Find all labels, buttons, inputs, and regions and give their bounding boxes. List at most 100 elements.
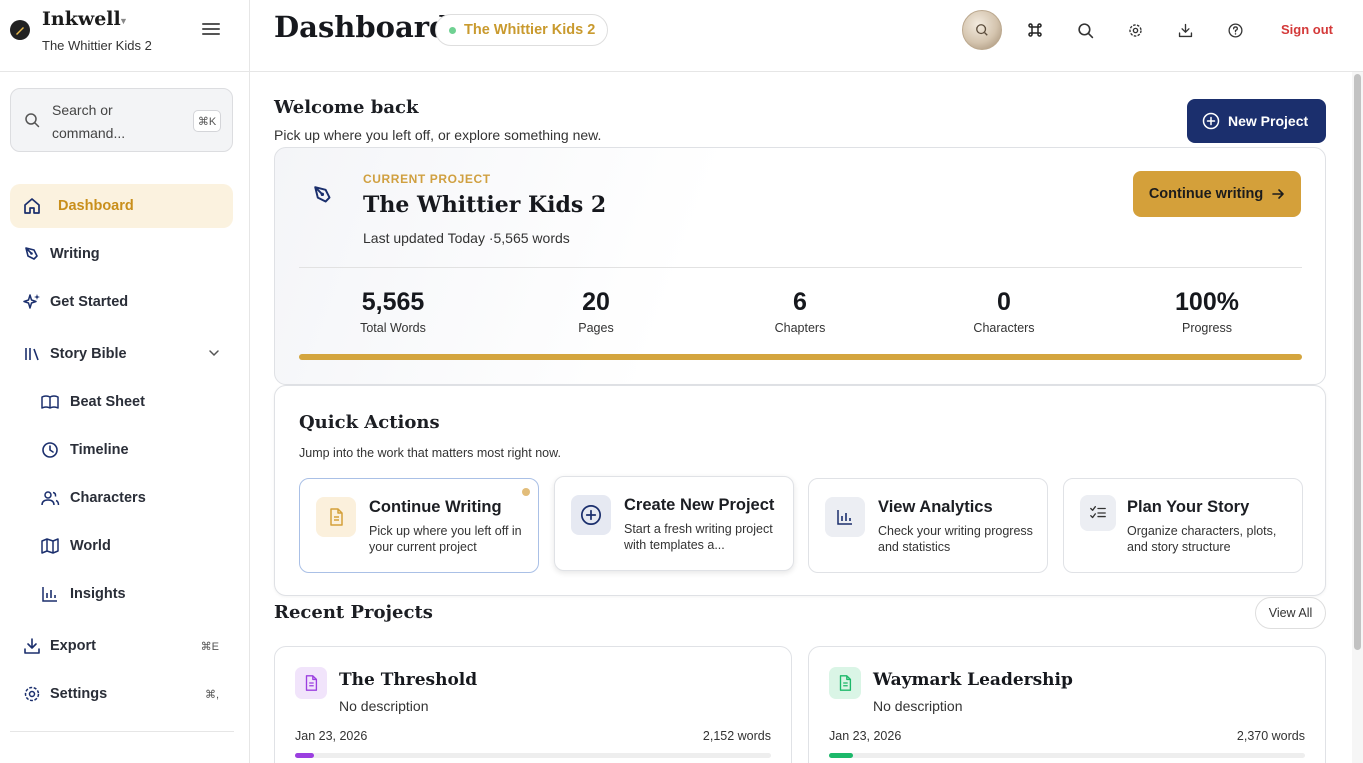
sidebar-label-story-bible: Story Bible: [50, 346, 127, 362]
stat-total-words: 5,565 Total Words: [360, 288, 426, 335]
pen-nib-logo-icon: [10, 20, 30, 40]
current-project-label: CURRENT PROJECT: [363, 172, 491, 186]
divider: [299, 267, 1302, 268]
project-name: The Threshold: [339, 670, 478, 690]
current-project-title: The Whittier Kids 2: [363, 192, 607, 218]
project-progress-fill: [299, 354, 1302, 360]
pen-tool-icon: [25, 247, 38, 260]
quick-action-title: Continue Writing: [369, 498, 502, 516]
current-project-name: The Whittier Kids 2: [42, 38, 152, 53]
page-title: Dashboard: [274, 10, 450, 44]
sidebar-label-export: Export: [50, 638, 96, 654]
quick-action-create-new-project[interactable]: Create New Project Start a fresh writing…: [554, 476, 794, 571]
sidebar-item-insights[interactable]: Insights: [10, 572, 233, 616]
quick-action-desc: Pick up where you left off in your curre…: [369, 524, 522, 554]
project-card-waymark-leadership[interactable]: Waymark Leadership No description Jan 23…: [808, 646, 1326, 763]
welcome-title: Welcome back: [274, 97, 419, 118]
quick-action-desc: Check your writing progress and statisti…: [878, 524, 1033, 554]
recent-projects-title: Recent Projects: [274, 602, 433, 623]
project-word-count: 2,370 words: [1236, 729, 1305, 743]
continue-writing-button[interactable]: Continue writing: [1133, 171, 1301, 217]
project-card-the-threshold[interactable]: The Threshold No description Jan 23, 202…: [274, 646, 792, 763]
current-project-card: CURRENT PROJECT The Whittier Kids 2 Last…: [274, 147, 1326, 385]
list-checks-icon: [1080, 495, 1116, 531]
library-icon: [25, 348, 39, 361]
map-icon: [41, 538, 59, 554]
bar-chart-icon: [825, 497, 865, 537]
new-project-button[interactable]: New Project: [1187, 99, 1326, 143]
project-pill-label: The Whittier Kids 2: [464, 22, 596, 38]
download-icon[interactable]: [1175, 20, 1195, 40]
plus-circle-icon: [1202, 112, 1220, 130]
welcome-subtitle: Pick up where you left off, or explore s…: [274, 127, 602, 143]
search-command-input[interactable]: Search or command... ⌘K: [10, 88, 233, 152]
search-shortcut-badge: ⌘K: [193, 110, 221, 132]
project-word-count: 2,152 words: [702, 729, 771, 743]
sidebar-label-dashboard: Dashboard: [58, 198, 134, 214]
project-status-pill[interactable]: The Whittier Kids 2: [435, 14, 609, 46]
project-description: No description: [873, 698, 963, 714]
download-icon: [24, 638, 40, 654]
project-date: Jan 23, 2026: [295, 729, 368, 743]
sidebar-label-beat-sheet: Beat Sheet: [70, 394, 145, 410]
sparkles-icon: [23, 294, 40, 309]
sidebar-item-dashboard[interactable]: Dashboard: [10, 184, 233, 228]
sidebar-item-writing[interactable]: Writing: [10, 232, 233, 276]
sidebar-item-beat-sheet[interactable]: Beat Sheet: [10, 380, 233, 424]
sidebar-divider: [10, 731, 234, 732]
file-text-icon: [829, 667, 861, 699]
sidebar-item-timeline[interactable]: Timeline: [10, 428, 233, 472]
project-description: No description: [339, 698, 429, 714]
sidebar-item-story-bible[interactable]: Story Bible: [10, 332, 233, 376]
command-icon[interactable]: [1025, 20, 1045, 40]
avatar[interactable]: [962, 10, 1002, 50]
pen-tool-icon: [314, 186, 331, 203]
sidebar-item-settings[interactable]: Settings ⌘,: [10, 672, 233, 716]
file-text-icon: [295, 667, 327, 699]
quick-action-view-analytics[interactable]: View Analytics Check your writing progre…: [808, 478, 1048, 573]
sidebar-item-export[interactable]: Export ⌘E: [10, 624, 233, 668]
continue-writing-label: Continue writing: [1148, 186, 1264, 202]
clock-icon: [42, 442, 58, 458]
current-project-meta: Last updated Today ·5,565 words: [363, 230, 570, 246]
sidebar-item-world[interactable]: World: [10, 524, 233, 568]
stat-chapters: 6 Chapters: [774, 288, 826, 335]
sidebar-label-writing: Writing: [50, 246, 100, 262]
quick-action-desc: Organize characters, plots, and story st…: [1127, 524, 1277, 554]
stat-pages: 20 Pages: [578, 288, 614, 335]
quick-action-title: Create New Project: [624, 496, 775, 514]
main-scrollbar[interactable]: [1352, 72, 1363, 763]
app-name[interactable]: Inkwell: [42, 8, 121, 30]
book-open-icon: [41, 395, 59, 409]
hamburger-menu-icon[interactable]: [200, 20, 222, 40]
quick-action-plan-your-story[interactable]: Plan Your Story Organize characters, plo…: [1063, 478, 1303, 573]
project-progress-bar: [295, 753, 771, 758]
sidebar-label-insights: Insights: [70, 586, 126, 602]
project-progress-fill: [295, 753, 315, 758]
scrollbar-thumb[interactable]: [1354, 74, 1361, 650]
help-circle-icon[interactable]: [1225, 20, 1245, 40]
sidebar-label-world: World: [70, 538, 111, 554]
quick-actions-card: Quick Actions Jump into the work that ma…: [274, 385, 1326, 596]
search-placeholder: Search or command...: [52, 102, 126, 141]
sidebar-item-characters[interactable]: Characters: [10, 476, 233, 520]
quick-action-continue-writing[interactable]: Continue Writing Pick up where you left …: [299, 478, 539, 573]
sidebar-item-get-started[interactable]: Get Started: [10, 280, 233, 324]
top-header: Dashboard The Whittier Kids 2 Sign out: [250, 0, 1363, 72]
sidebar-label-get-started: Get Started: [50, 294, 129, 310]
quick-action-title: View Analytics: [878, 498, 993, 516]
stat-progress: 100% Progress: [1175, 288, 1239, 335]
chevron-down-icon[interactable]: [207, 346, 221, 360]
new-project-label: New Project: [1228, 113, 1309, 129]
gear-icon[interactable]: [1125, 20, 1145, 40]
view-all-button[interactable]: View All: [1255, 597, 1326, 629]
caret-down-icon[interactable]: ▼: [119, 16, 128, 26]
search-icon[interactable]: [1075, 20, 1095, 40]
sidebar-label-settings: Settings: [50, 686, 108, 702]
sign-out-link[interactable]: Sign out: [1281, 22, 1333, 37]
bar-chart-icon: [42, 587, 57, 602]
quick-action-title: Plan Your Story: [1127, 498, 1250, 516]
gear-icon: [24, 686, 40, 702]
quick-actions-title: Quick Actions: [299, 412, 440, 433]
search-icon: [25, 113, 40, 128]
